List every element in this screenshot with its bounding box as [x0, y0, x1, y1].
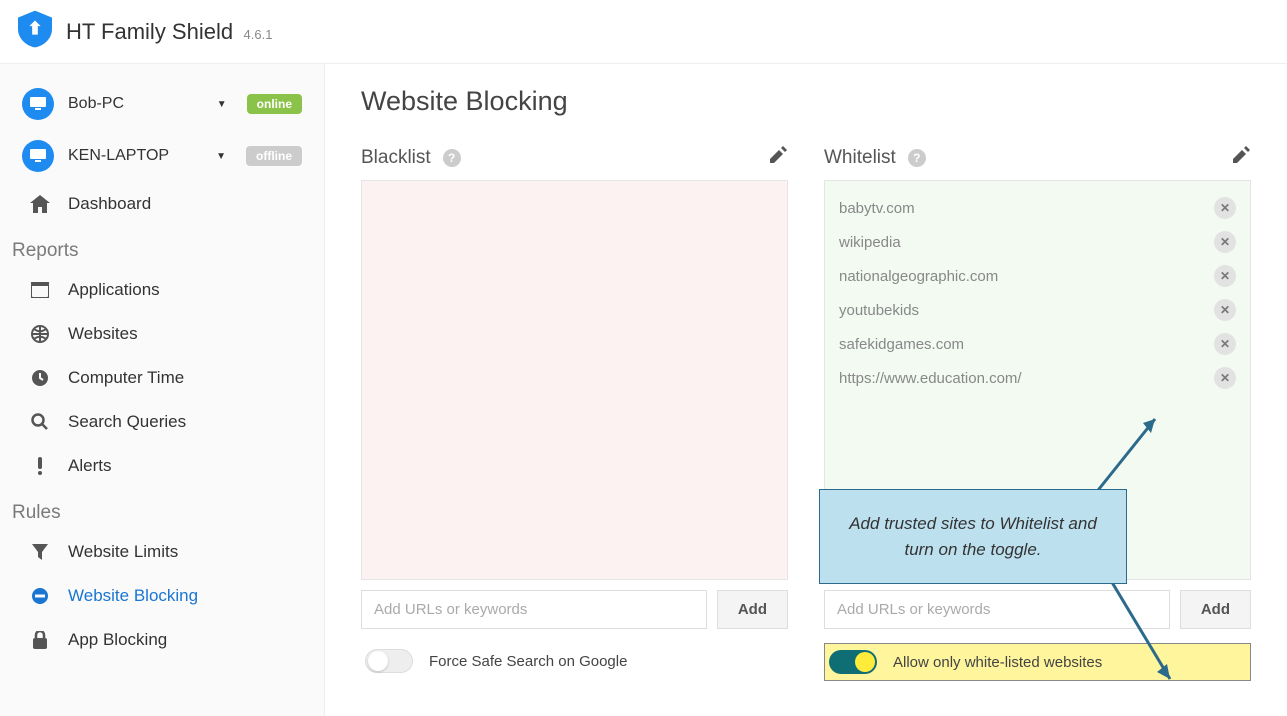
- edit-icon[interactable]: [768, 145, 788, 170]
- nav-label: Dashboard: [68, 194, 151, 214]
- safe-search-row: Force Safe Search on Google: [361, 643, 788, 679]
- whitelist-only-row: Allow only white-listed websites: [824, 643, 1251, 681]
- globe-icon: [30, 325, 50, 343]
- remove-button[interactable]: ✕: [1214, 265, 1236, 287]
- page-title: Website Blocking: [361, 86, 1251, 117]
- edit-icon[interactable]: [1231, 145, 1251, 170]
- remove-button[interactable]: ✕: [1214, 197, 1236, 219]
- search-icon: [30, 413, 50, 431]
- nav-app-blocking[interactable]: App Blocking: [0, 618, 324, 662]
- logo-shield-icon: [18, 10, 52, 53]
- list-item: youtubekids ✕: [825, 293, 1250, 327]
- nav-label: Search Queries: [68, 412, 186, 432]
- safe-search-toggle[interactable]: [365, 649, 413, 673]
- block-icon: [30, 587, 50, 605]
- blacklist-title: Blacklist: [361, 147, 431, 169]
- app-title: HT Family Shield 4.6.1: [66, 19, 272, 45]
- whitelist-only-label: Allow only white-listed websites: [893, 654, 1102, 671]
- blacklist-box: [361, 180, 788, 580]
- blacklist-input[interactable]: [361, 590, 707, 629]
- device-name: KEN-LAPTOP: [68, 147, 202, 165]
- list-item-text: https://www.education.com/: [839, 370, 1022, 387]
- blacklist-add-button[interactable]: Add: [717, 590, 788, 629]
- chevron-down-icon: ▼: [217, 99, 227, 110]
- device-bob-pc[interactable]: Bob-PC ▼ online: [0, 78, 324, 130]
- nav-search-queries[interactable]: Search Queries: [0, 400, 324, 444]
- nav-label: Website Limits: [68, 542, 178, 562]
- monitor-icon: [22, 140, 54, 172]
- list-item-text: youtubekids: [839, 302, 919, 319]
- remove-button[interactable]: ✕: [1214, 299, 1236, 321]
- app-header: HT Family Shield 4.6.1: [0, 0, 1287, 64]
- help-icon[interactable]: ?: [443, 149, 461, 167]
- nav-label: Alerts: [68, 456, 111, 476]
- remove-button[interactable]: ✕: [1214, 333, 1236, 355]
- list-item: babytv.com ✕: [825, 191, 1250, 225]
- callout-box: Add trusted sites to Whitelist and turn …: [819, 489, 1127, 584]
- home-icon: [30, 195, 50, 213]
- nav-websites[interactable]: Websites: [0, 312, 324, 356]
- nav-alerts[interactable]: Alerts: [0, 444, 324, 488]
- blacklist-column: Blacklist ? Add Force Safe Search on Goo…: [361, 145, 788, 681]
- whitelist-column: Whitelist ? babytv.com ✕ wikipedia ✕ natio…: [824, 145, 1251, 681]
- nav-label: Websites: [68, 324, 138, 344]
- nav-dashboard[interactable]: Dashboard: [0, 182, 324, 226]
- nav-computer-time[interactable]: Computer Time: [0, 356, 324, 400]
- section-rules-label: Rules: [0, 488, 324, 530]
- window-icon: [30, 282, 50, 298]
- chevron-down-icon: ▼: [216, 151, 226, 162]
- device-name: Bob-PC: [68, 95, 203, 113]
- sidebar: Bob-PC ▼ online KEN-LAPTOP ▼ offline Das…: [0, 64, 325, 716]
- status-badge: offline: [246, 146, 302, 166]
- whitelist-only-toggle[interactable]: [829, 650, 877, 674]
- list-item-text: safekidgames.com: [839, 336, 964, 353]
- remove-button[interactable]: ✕: [1214, 231, 1236, 253]
- clock-icon: [30, 369, 50, 387]
- callout-arrow-icon: [1105, 574, 1185, 689]
- list-item: https://www.education.com/ ✕: [825, 361, 1250, 395]
- list-item-text: wikipedia: [839, 234, 901, 251]
- list-item-text: nationalgeographic.com: [839, 268, 998, 285]
- nav-label: App Blocking: [68, 630, 167, 650]
- main-content: Website Blocking Blacklist ? Add: [325, 64, 1287, 716]
- whitelist-add-button[interactable]: Add: [1180, 590, 1251, 629]
- device-ken-laptop[interactable]: KEN-LAPTOP ▼ offline: [0, 130, 324, 182]
- list-item: wikipedia ✕: [825, 225, 1250, 259]
- help-icon[interactable]: ?: [908, 149, 926, 167]
- callout-arrow-icon: [1085, 409, 1165, 499]
- whitelist-title: Whitelist: [824, 147, 896, 169]
- nav-website-limits[interactable]: Website Limits: [0, 530, 324, 574]
- nav-label: Applications: [68, 280, 160, 300]
- filter-icon: [30, 544, 50, 560]
- monitor-icon: [22, 88, 54, 120]
- list-item: nationalgeographic.com ✕: [825, 259, 1250, 293]
- nav-label: Website Blocking: [68, 586, 198, 606]
- nav-website-blocking[interactable]: Website Blocking: [0, 574, 324, 618]
- remove-button[interactable]: ✕: [1214, 367, 1236, 389]
- safe-search-label: Force Safe Search on Google: [429, 653, 627, 670]
- lock-icon: [30, 631, 50, 649]
- alert-icon: [30, 457, 50, 475]
- status-badge: online: [247, 94, 302, 114]
- list-item-text: babytv.com: [839, 200, 915, 217]
- section-reports-label: Reports: [0, 226, 324, 268]
- list-item: safekidgames.com ✕: [825, 327, 1250, 361]
- nav-applications[interactable]: Applications: [0, 268, 324, 312]
- nav-label: Computer Time: [68, 368, 184, 388]
